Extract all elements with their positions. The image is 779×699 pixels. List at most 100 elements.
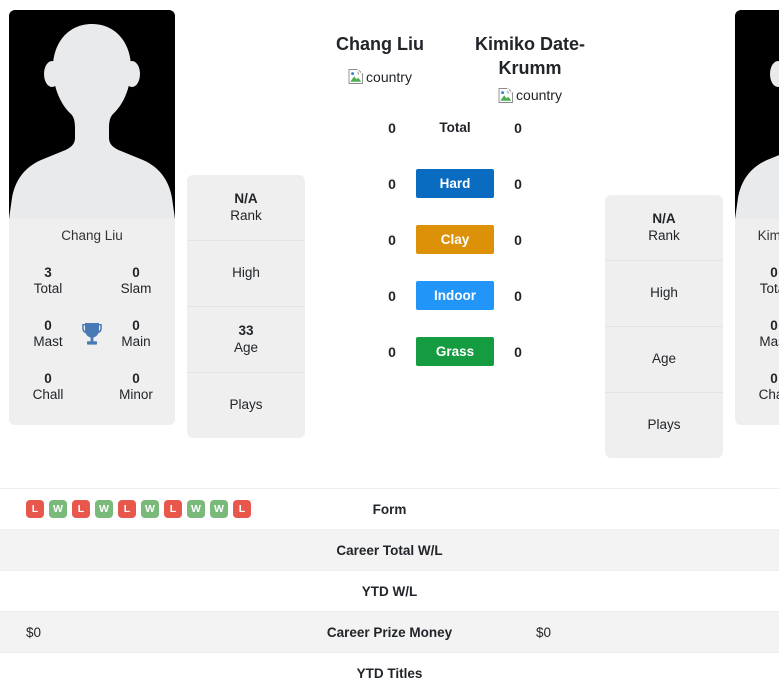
table-label: YTD W/L (361, 583, 418, 599)
titles-mast-label: Mast (759, 333, 779, 349)
surface-value-right: 0 (514, 287, 522, 304)
surface-value-right: 0 (514, 119, 522, 136)
surface-value-right: 0 (514, 175, 522, 192)
info-rank-left: N/A Rank (187, 175, 305, 241)
surface-row-clay: 0 Clay 0 (305, 212, 605, 268)
form-badge-loss: L (164, 500, 182, 518)
form-badge-loss: L (233, 500, 251, 518)
titles-chall-value: 0 (44, 370, 52, 386)
surface-label-hard[interactable]: Hard (416, 169, 494, 199)
player-name-right: Kimiko Date-Krumm (474, 34, 586, 79)
player-name-left: Chang Liu (336, 34, 424, 54)
titles-chall-left: 0 Chall (17, 371, 79, 403)
titles-chall-label: Chall (758, 386, 779, 402)
table-row-form: LWLWLWLWWL Form (0, 488, 779, 529)
broken-image-icon (348, 68, 365, 85)
table-row: $0 Career Prize Money $0 (0, 611, 779, 652)
table-label-form: Form (372, 501, 407, 517)
titles-mast-right: 0 Mast (743, 318, 779, 350)
info-plays-label: Plays (229, 397, 263, 413)
surface-value-left: 0 (388, 231, 396, 248)
surface-value-left: 0 (388, 287, 396, 304)
titles-row: 0 Mast 0 Main (17, 307, 167, 360)
titles-grid-right: 0 Total 0 Slam 0 Mast (735, 254, 779, 425)
surface-label-total: Total (439, 120, 471, 136)
stats-table: LWLWLWLWWL Form Career Total W/L YTD W/L… (0, 488, 779, 693)
titles-row: 3 Total 0 Slam (17, 254, 167, 307)
titles-chall-right: 0 Chall (743, 371, 779, 403)
titles-slam-value: 0 (132, 264, 140, 280)
form-badge-win: W (141, 500, 159, 518)
titles-main-left: 0 Main (105, 318, 167, 350)
info-high-left: High (187, 241, 305, 307)
info-high-right: High (605, 261, 723, 327)
info-plays-left: Plays (187, 373, 305, 438)
player-heading-right: Kimiko Date-Krumm country (455, 10, 605, 104)
info-rank-right: N/A Rank (605, 195, 723, 261)
form-badge-win: W (187, 500, 205, 518)
player-name-left-small: Chang Liu (61, 228, 123, 243)
info-age-value: 33 (238, 323, 254, 339)
form-badge-loss: L (72, 500, 90, 518)
titles-total-value: 0 (770, 264, 778, 280)
form-cell-left: LWLWLWLWWL (0, 500, 275, 518)
form-badge-win: W (210, 500, 228, 518)
info-high-label: High (650, 285, 678, 301)
info-plays-label: Plays (647, 417, 681, 433)
titles-mast-left: 0 Mast (17, 318, 79, 350)
form-badge-loss: L (26, 500, 44, 518)
titles-main-value: 0 (132, 317, 140, 333)
table-value-left: $0 (26, 624, 42, 640)
surface-value-right: 0 (514, 231, 522, 248)
table-label: YTD Titles (356, 665, 423, 681)
titles-slam-left: 0 Slam (105, 265, 167, 297)
table-row: YTD W/L (0, 570, 779, 611)
titles-total-label: Total (33, 280, 63, 296)
player-names-row: Chang Liu country Kimiko Date-Krumm coun… (305, 10, 605, 104)
player-card-left: Chang Liu 3 Total 0 Slam 0 Mast 0 Main 0… (9, 10, 175, 426)
info-age-label: Age (651, 351, 677, 367)
surface-row-grass: 0 Grass 0 (305, 324, 605, 380)
info-rank-value: N/A (234, 191, 258, 207)
info-high-label: High (232, 265, 260, 281)
surface-row-indoor: 0 Indoor 0 (305, 268, 605, 324)
player-card-right: Kimiko Date-Krumm 0 Total 0 Slam 0 (735, 10, 779, 426)
titles-row: 0 Chall 0 Minor (743, 360, 779, 413)
info-card-right: N/A Rank High Age Plays (605, 195, 723, 458)
form-badge-win: W (95, 500, 113, 518)
surface-value-right: 0 (514, 343, 522, 360)
comparison-header: Chang Liu 3 Total 0 Slam 0 Mast 0 Main 0… (0, 0, 779, 480)
titles-mast-value: 0 (770, 317, 778, 333)
titles-row: 0 Total 0 Slam (743, 254, 779, 307)
player-country-alt-left: country (366, 68, 412, 85)
surface-comparison-column: Chang Liu country Kimiko Date-Krumm coun… (305, 10, 605, 380)
player-avatar-left (9, 10, 175, 219)
info-card-left: N/A Rank High 33 Age Plays (187, 175, 305, 438)
table-label: Career Prize Money (326, 624, 453, 640)
info-rank-value: N/A (652, 211, 676, 227)
titles-slam-label: Slam (120, 280, 152, 296)
titles-total-label: Total (759, 280, 779, 296)
surface-row-hard: 0 Hard 0 (305, 156, 605, 212)
surface-label-grass[interactable]: Grass (416, 337, 494, 367)
titles-mast-label: Mast (33, 333, 63, 349)
player-avatar-right (735, 10, 779, 219)
info-rank-label: Rank (230, 207, 262, 223)
info-age-right: Age (605, 327, 723, 393)
info-age-label: Age (233, 339, 259, 355)
titles-main-label: Main (121, 333, 151, 349)
surface-row-total: 0 Total 0 (305, 100, 605, 156)
surface-value-left: 0 (388, 119, 396, 136)
titles-row: 0 Mast 0 Main (743, 307, 779, 360)
titles-total-right: 0 Total (743, 265, 779, 297)
table-value-right: $0 (536, 624, 552, 640)
surface-label-indoor[interactable]: Indoor (416, 281, 494, 311)
form-badges-left: LWLWLWLWWL (26, 500, 275, 518)
table-label: Career Total W/L (336, 542, 443, 558)
form-badge-win: W (49, 500, 67, 518)
player-country-left: country (348, 68, 412, 85)
surface-value-left: 0 (388, 343, 396, 360)
table-row: YTD Titles (0, 652, 779, 693)
surface-label-clay[interactable]: Clay (416, 225, 494, 255)
surface-value-left: 0 (388, 175, 396, 192)
